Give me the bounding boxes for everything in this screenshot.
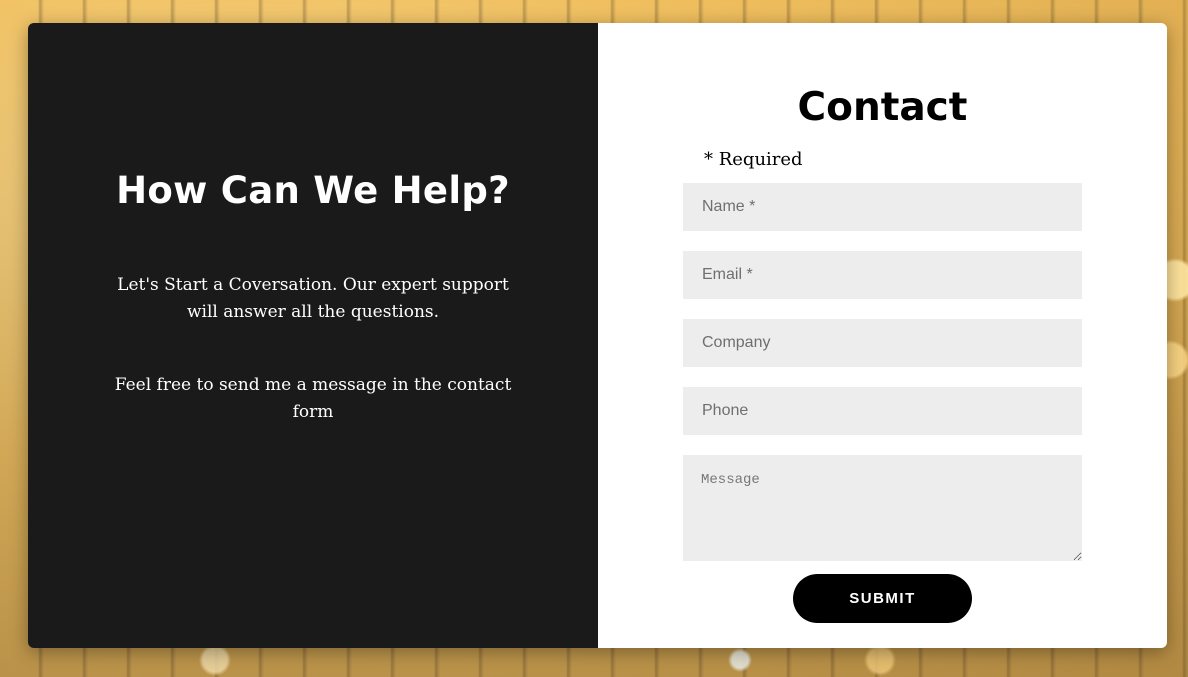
company-input[interactable] (683, 319, 1082, 367)
help-intro-text: Let's Start a Coversation. Our expert su… (117, 275, 509, 322)
email-input[interactable] (683, 251, 1082, 299)
contact-card: How Can We Help? Let's Start a Coversati… (28, 23, 1167, 648)
name-input[interactable] (683, 183, 1082, 231)
required-note: * Required (704, 149, 803, 170)
help-panel: How Can We Help? Let's Start a Coversati… (28, 23, 598, 648)
contact-title: Contact (797, 85, 968, 130)
help-contact-text: Feel free to send me a message in the co… (114, 375, 512, 422)
contact-form-panel: Contact * Required SUBMIT (598, 23, 1167, 648)
help-heading: How Can We Help? (116, 169, 510, 212)
submit-button[interactable]: SUBMIT (793, 574, 972, 623)
message-textarea[interactable] (683, 455, 1082, 561)
phone-input[interactable] (683, 387, 1082, 435)
